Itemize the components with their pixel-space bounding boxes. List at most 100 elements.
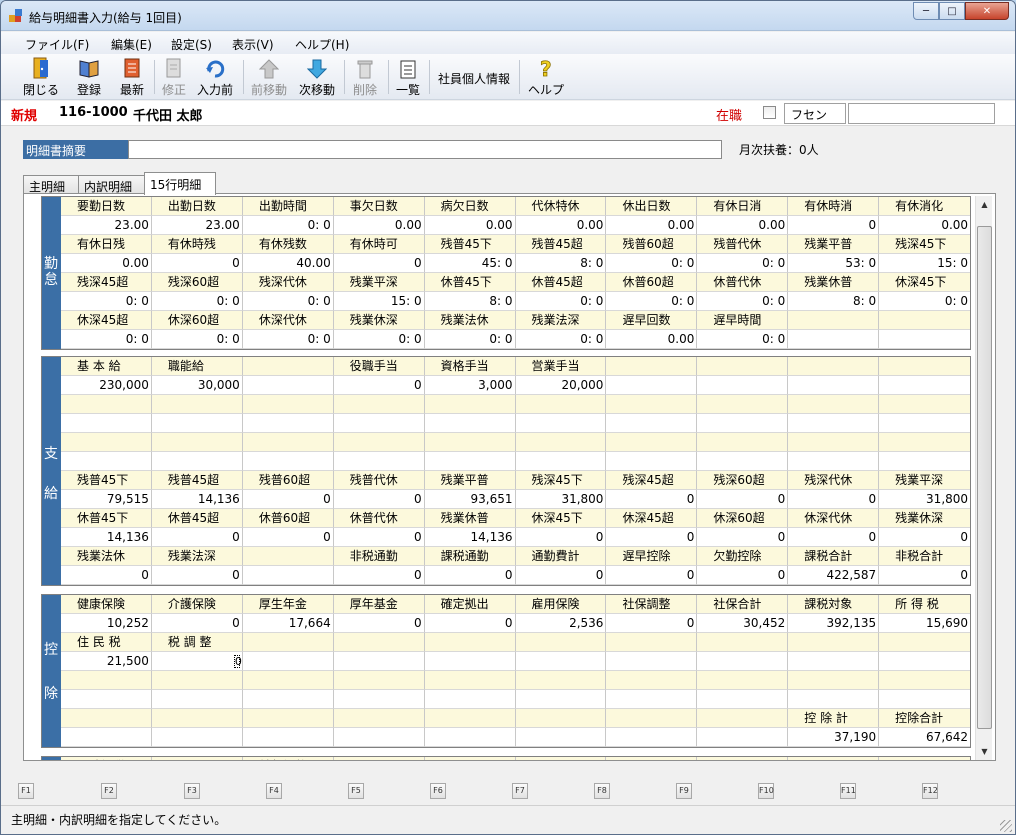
field-input[interactable] — [424, 728, 516, 747]
field-input[interactable]: 0 — [788, 216, 880, 235]
field-input[interactable]: 0.00 — [61, 254, 152, 273]
field-input[interactable]: 0: 0 — [61, 330, 152, 349]
field-input[interactable]: 0 — [788, 528, 880, 547]
summary-input[interactable] — [128, 140, 722, 159]
field-input[interactable] — [788, 652, 880, 671]
field-input[interactable] — [333, 414, 425, 433]
field-input[interactable]: 8: 0 — [788, 292, 880, 311]
field-input[interactable]: 3,000 — [424, 376, 516, 395]
field-input[interactable] — [788, 414, 880, 433]
field-input[interactable]: 0: 0 — [515, 330, 607, 349]
field-input[interactable]: 0 — [515, 566, 607, 585]
latest-button[interactable]: 最新 — [115, 57, 149, 97]
tab-main-detail[interactable]: 主明細 — [23, 175, 79, 194]
next-move-button[interactable]: 次移動 — [297, 57, 337, 97]
scroll-thumb[interactable] — [977, 226, 992, 729]
minimize-button[interactable]: ─ — [913, 2, 939, 20]
field-input[interactable]: 0: 0 — [242, 216, 334, 235]
field-input[interactable] — [242, 690, 334, 709]
field-input[interactable]: 0 — [697, 490, 789, 509]
field-input[interactable]: 0 — [606, 614, 698, 633]
field-input[interactable]: 0 — [151, 652, 243, 671]
field-input[interactable]: 2,536 — [515, 614, 607, 633]
field-input[interactable] — [606, 652, 698, 671]
close-window-button[interactable]: ✕ — [965, 2, 1009, 20]
field-input[interactable] — [788, 330, 880, 349]
field-input[interactable]: 0: 0 — [697, 254, 789, 273]
field-input[interactable] — [879, 452, 971, 471]
register-button[interactable]: 登録 — [72, 57, 106, 97]
field-input[interactable]: 0.00 — [333, 216, 425, 235]
field-input[interactable]: 0: 0 — [697, 292, 789, 311]
field-input[interactable]: 30,000 — [151, 376, 243, 395]
function-key-f3[interactable]: F3 — [184, 783, 200, 799]
field-input[interactable]: 0: 0 — [515, 292, 607, 311]
field-input[interactable] — [151, 414, 243, 433]
field-input[interactable] — [606, 452, 698, 471]
field-input[interactable] — [697, 728, 789, 747]
field-input[interactable] — [515, 652, 607, 671]
field-input[interactable] — [606, 414, 698, 433]
menu-file[interactable]: ファイル(F) — [25, 36, 89, 53]
field-input[interactable] — [788, 452, 880, 471]
field-input[interactable]: 15: 0 — [333, 292, 425, 311]
field-input[interactable] — [242, 452, 334, 471]
field-input[interactable] — [424, 652, 516, 671]
field-input[interactable]: 0 — [697, 566, 789, 585]
function-key-f7[interactable]: F7 — [512, 783, 528, 799]
field-input[interactable]: 0.00 — [879, 216, 971, 235]
field-input[interactable]: 0: 0 — [424, 330, 516, 349]
field-input[interactable]: 0 — [879, 566, 971, 585]
field-input[interactable] — [242, 566, 334, 585]
field-input[interactable]: 0 — [424, 614, 516, 633]
field-input[interactable] — [242, 376, 334, 395]
function-key-f12[interactable]: F12 — [922, 783, 938, 799]
field-input[interactable]: 53: 0 — [788, 254, 880, 273]
field-input[interactable]: 0 — [333, 614, 425, 633]
field-input[interactable] — [242, 414, 334, 433]
field-input[interactable]: 10,252 — [61, 614, 152, 633]
field-input[interactable]: 0 — [424, 566, 516, 585]
field-input[interactable] — [697, 652, 789, 671]
field-input[interactable]: 0 — [333, 254, 425, 273]
field-input[interactable] — [697, 452, 789, 471]
field-input[interactable] — [515, 452, 607, 471]
function-key-f5[interactable]: F5 — [348, 783, 364, 799]
field-input[interactable] — [242, 652, 334, 671]
field-input[interactable] — [151, 452, 243, 471]
field-input[interactable] — [515, 690, 607, 709]
field-input[interactable]: 8: 0 — [515, 254, 607, 273]
field-input[interactable] — [151, 690, 243, 709]
field-input[interactable]: 17,664 — [242, 614, 334, 633]
field-input[interactable]: 0: 0 — [151, 330, 243, 349]
field-input[interactable]: 31,800 — [879, 490, 971, 509]
field-input[interactable]: 0 — [333, 528, 425, 547]
field-input[interactable] — [61, 452, 152, 471]
fusen-checkbox[interactable] — [763, 106, 776, 119]
field-input[interactable]: 15: 0 — [879, 254, 971, 273]
tab-breakdown-detail[interactable]: 内訳明細 — [78, 175, 146, 194]
field-input[interactable]: 0 — [151, 614, 243, 633]
field-input[interactable]: 0 — [879, 528, 971, 547]
menu-view[interactable]: 表示(V) — [232, 36, 274, 53]
menu-settings[interactable]: 設定(S) — [171, 36, 212, 53]
field-input[interactable] — [515, 728, 607, 747]
field-input[interactable] — [424, 690, 516, 709]
field-input[interactable]: 14,136 — [424, 528, 516, 547]
field-input[interactable]: 0 — [242, 490, 334, 509]
field-input[interactable]: 0 — [788, 490, 880, 509]
field-input[interactable]: 0: 0 — [242, 330, 334, 349]
menu-help[interactable]: ヘルプ(H) — [295, 36, 349, 53]
field-input[interactable]: 31,800 — [515, 490, 607, 509]
field-input[interactable] — [424, 414, 516, 433]
field-input[interactable] — [61, 414, 152, 433]
field-input[interactable]: 0 — [61, 566, 152, 585]
field-input[interactable]: 0: 0 — [333, 330, 425, 349]
function-key-f8[interactable]: F8 — [594, 783, 610, 799]
menu-edit[interactable]: 編集(E) — [111, 36, 152, 53]
field-input[interactable]: 0: 0 — [61, 292, 152, 311]
field-input[interactable]: 30,452 — [697, 614, 789, 633]
field-input[interactable]: 0.00 — [515, 216, 607, 235]
field-input[interactable]: 21,500 — [61, 652, 152, 671]
function-key-f10[interactable]: F10 — [758, 783, 774, 799]
